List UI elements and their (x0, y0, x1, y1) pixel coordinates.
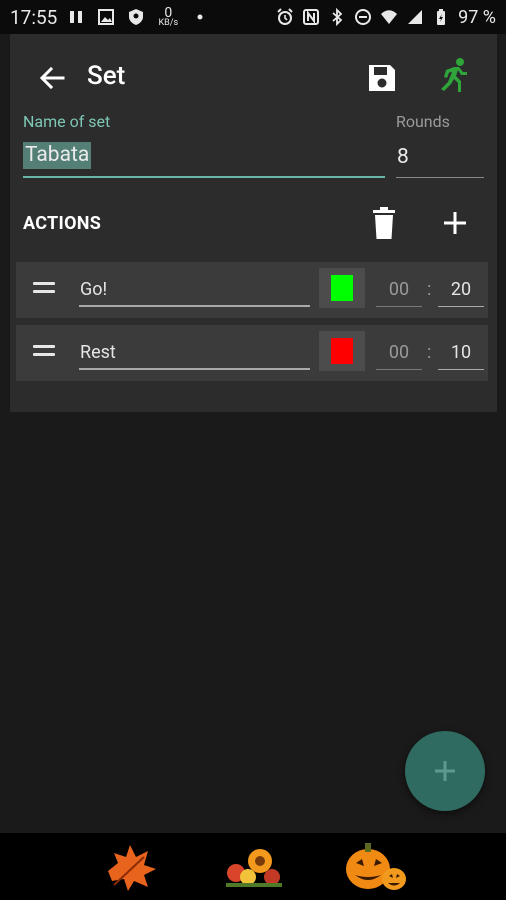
drag-handle-icon[interactable] (33, 345, 55, 359)
battery-icon (432, 8, 450, 26)
set-name-input[interactable]: Tabata (23, 142, 385, 178)
set-editor-dialog: Set Name of set Rounds Tabata 8 ACTIONS (10, 34, 497, 412)
time-separator: : (427, 279, 432, 300)
bottom-decoration-bar (0, 833, 506, 900)
action-color-button[interactable] (319, 268, 365, 308)
action-row-go[interactable]: Go! 00 : 20 (16, 262, 488, 318)
save-icon (369, 65, 395, 91)
image-icon (97, 8, 115, 26)
action-color-button[interactable] (319, 331, 365, 371)
status-system-icons: 97 % (276, 7, 496, 28)
plus-icon (444, 212, 466, 234)
dot-icon (191, 8, 209, 26)
action-row-rest[interactable]: Rest 00 : 10 (16, 325, 488, 381)
minutes-input[interactable]: 00 (376, 336, 422, 370)
network-speed-unit: KB/s (158, 17, 179, 28)
back-button[interactable] (36, 62, 68, 94)
seconds-input[interactable]: 10 (438, 336, 484, 370)
pumpkins-icon (346, 843, 406, 890)
status-time: 17:55 (10, 5, 58, 29)
pause-icon (67, 8, 85, 26)
plus-icon (435, 761, 455, 781)
action-name-input[interactable]: Go! (79, 273, 310, 307)
run-button[interactable] (434, 56, 474, 96)
seconds-input[interactable]: 20 (438, 273, 484, 307)
run-icon (441, 58, 467, 92)
rounds-input[interactable]: 8 (396, 142, 484, 178)
color-swatch (331, 338, 353, 364)
shield-icon (127, 8, 145, 26)
do-not-disturb-icon (354, 8, 372, 26)
network-speed-indicator: 0 KB/s (157, 4, 179, 28)
status-notifications: 0 KB/s (67, 4, 209, 28)
battery-percent: 97 % (458, 6, 496, 28)
alarm-icon (276, 8, 294, 26)
signal-icon (406, 8, 424, 26)
delete-action-button[interactable] (369, 206, 399, 240)
actions-heading: ACTIONS (23, 213, 102, 234)
set-name-value: Tabata (23, 142, 92, 169)
arrow-back-icon (39, 66, 65, 90)
rounds-label: Rounds (396, 112, 450, 131)
autumn-flowers-icon (226, 849, 282, 887)
color-swatch (331, 275, 353, 301)
autumn-leaf-icon (108, 845, 156, 891)
actions-list: Go! 00 : 20 Rest 00 : 10 (16, 262, 490, 388)
dialog-header: Set (10, 34, 497, 122)
add-action-button[interactable] (438, 206, 472, 240)
wifi-icon (380, 8, 398, 26)
action-name-input[interactable]: Rest (79, 336, 310, 370)
add-set-fab[interactable] (405, 731, 485, 811)
network-speed-value: 0 (164, 4, 173, 21)
dialog-title: Set (87, 61, 126, 91)
bluetooth-icon (328, 8, 346, 26)
minutes-input[interactable]: 00 (376, 273, 422, 307)
nfc-icon (302, 8, 320, 26)
time-separator: : (427, 342, 432, 363)
set-name-label: Name of set (23, 112, 111, 131)
drag-handle-icon[interactable] (33, 282, 55, 296)
trash-icon (373, 207, 395, 239)
status-bar: 17:55 0 KB/s 97 % (0, 0, 506, 34)
save-button[interactable] (365, 61, 399, 95)
